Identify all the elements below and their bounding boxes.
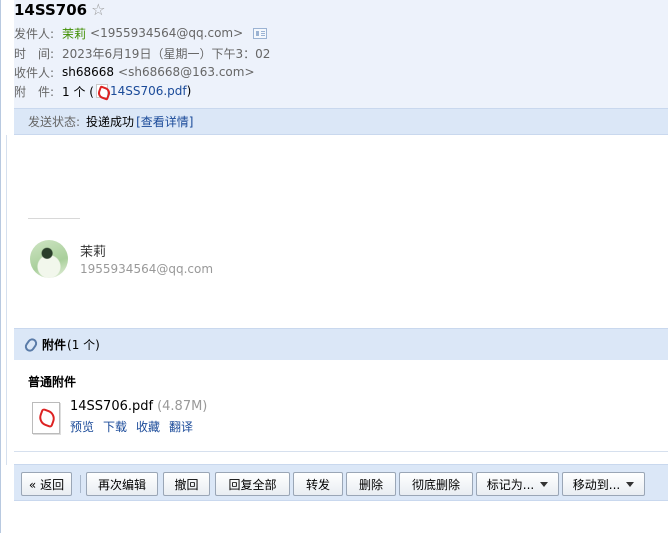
chevron-down-icon bbox=[540, 481, 549, 487]
attachment-actions: 预览 下载 收藏 翻译 bbox=[70, 418, 193, 435]
attachment-link[interactable]: 14SS706.pdf bbox=[110, 84, 187, 98]
mark-as-button[interactable]: 标记为... bbox=[476, 472, 559, 496]
permanent-delete-button[interactable]: 彻底删除 bbox=[399, 472, 473, 496]
pdf-icon bbox=[95, 84, 108, 98]
preview-link[interactable]: 预览 bbox=[70, 418, 94, 435]
translate-link[interactable]: 翻译 bbox=[169, 418, 193, 435]
to-row: 收件人: sh68668 <sh68668@163.com> bbox=[14, 63, 255, 81]
left-guide-line bbox=[6, 135, 7, 465]
mail-subject: 14SS706 bbox=[14, 1, 88, 19]
delivery-status-bar: 发送状态: 投递成功 [查看详情] bbox=[14, 108, 668, 135]
time-label: 时 间: bbox=[14, 46, 55, 61]
pdf-file-icon[interactable] bbox=[32, 402, 60, 434]
from-label: 发件人: bbox=[14, 26, 55, 41]
favorite-link[interactable]: 收藏 bbox=[136, 418, 160, 435]
paperclip-icon bbox=[22, 335, 40, 354]
toolbar-separator bbox=[80, 475, 81, 493]
re-edit-button[interactable]: 再次编辑 bbox=[86, 472, 158, 496]
mail-subject-row: 14SS706 ☆ bbox=[14, 0, 105, 20]
signature-divider bbox=[28, 218, 80, 219]
attachment-file-size: (4.87M) bbox=[157, 399, 208, 414]
mail-toolbar: « 返回 再次编辑 撤回 回复全部 转发 删除 彻底删除 标记为... 移动到.… bbox=[14, 464, 668, 501]
move-to-label: 移动到... bbox=[572, 477, 621, 492]
mark-as-label: 标记为... bbox=[486, 477, 535, 492]
reply-all-button[interactable]: 回复全部 bbox=[215, 472, 290, 496]
back-button[interactable]: « 返回 bbox=[21, 472, 72, 496]
signature-name: 茉莉 bbox=[80, 245, 107, 260]
from-row: 发件人: 茉莉 <1955934564@qq.com> bbox=[14, 24, 268, 42]
sender-name[interactable]: 茉莉 bbox=[62, 25, 86, 42]
recipient-address: <sh68668@163.com> bbox=[118, 65, 255, 79]
left-border bbox=[0, 0, 1, 533]
attachment-close-paren: ) bbox=[186, 84, 192, 98]
recall-button[interactable]: 撤回 bbox=[163, 472, 210, 496]
attachments-header: 附件 (1 个) bbox=[14, 328, 668, 360]
attachment-file: 14SS706.pdf (4.87M) bbox=[70, 399, 207, 414]
status-detail-link[interactable]: [查看详情] bbox=[136, 113, 193, 130]
time-value: 2023年6月19日（星期一）下午3：02 bbox=[62, 46, 271, 61]
attachments-body: 普通附件 14SS706.pdf (4.87M) 预览 下载 收藏 翻译 bbox=[14, 360, 668, 452]
status-value: 投递成功 bbox=[86, 115, 135, 129]
attachments-count: (1 个) bbox=[67, 338, 100, 352]
attachment-file-name[interactable]: 14SS706.pdf bbox=[70, 399, 153, 414]
signature-email: 1955934564@qq.com bbox=[80, 262, 214, 276]
to-label: 收件人: bbox=[14, 65, 55, 80]
status-label: 发送状态: bbox=[28, 115, 81, 129]
attachment-label: 附 件: bbox=[14, 84, 55, 99]
forward-button[interactable]: 转发 bbox=[293, 472, 343, 496]
attachment-count: 1 个 ( bbox=[62, 84, 94, 99]
download-link[interactable]: 下载 bbox=[103, 418, 127, 435]
attachments-title: 附件 bbox=[42, 338, 67, 352]
star-icon[interactable]: ☆ bbox=[91, 2, 105, 18]
avatar bbox=[30, 240, 68, 278]
contact-card-icon[interactable] bbox=[253, 27, 268, 39]
attachments-section-title: 普通附件 bbox=[28, 375, 77, 389]
delete-button[interactable]: 删除 bbox=[346, 472, 396, 496]
chevron-down-icon bbox=[626, 481, 635, 487]
time-row: 时 间: 2023年6月19日（星期一）下午3：02 bbox=[14, 44, 270, 62]
move-to-button[interactable]: 移动到... bbox=[562, 472, 645, 496]
recipient-name[interactable]: sh68668 bbox=[62, 65, 114, 79]
attachment-row: 附 件: 1 个 ( 14SS706.pdf ) bbox=[14, 82, 191, 100]
sender-address: <1955934564@qq.com> bbox=[90, 26, 244, 40]
